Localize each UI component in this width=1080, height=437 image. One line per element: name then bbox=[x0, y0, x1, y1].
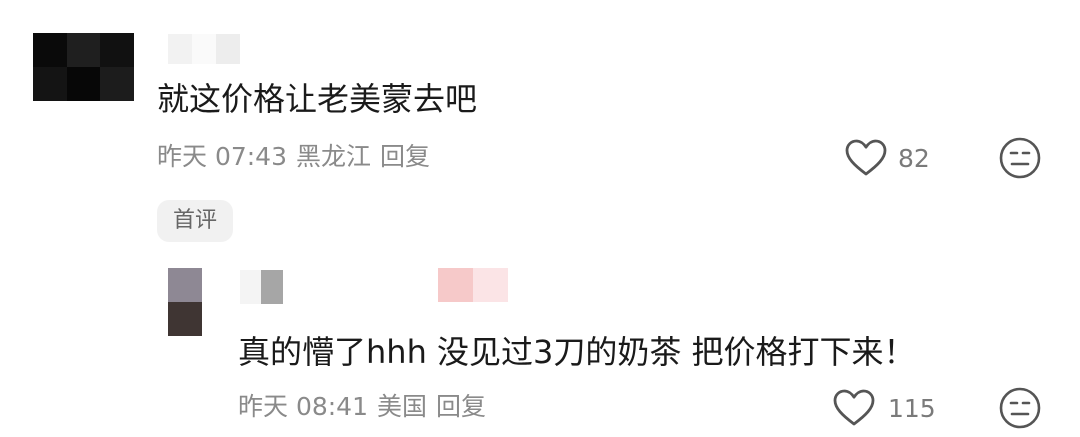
avatar[interactable] bbox=[168, 268, 202, 336]
avatar-pixel bbox=[100, 33, 134, 67]
comment-meta: 昨天 08:41 美国 回复 bbox=[238, 394, 495, 419]
user-tag-blurred bbox=[438, 268, 508, 302]
first-comment-badge: 首评 bbox=[157, 200, 234, 242]
username-pixel bbox=[192, 34, 216, 64]
username-pixel bbox=[240, 270, 262, 304]
avatar[interactable] bbox=[33, 33, 134, 101]
tag-pixel bbox=[438, 268, 473, 302]
neutral-face-icon[interactable] bbox=[998, 386, 1042, 430]
username-pixel bbox=[216, 34, 240, 64]
dislike-button[interactable] bbox=[998, 386, 1042, 430]
avatar-pixel bbox=[100, 67, 134, 101]
comment-text: 就这价格让老美蒙去吧 bbox=[157, 80, 478, 118]
avatar-pixel bbox=[33, 67, 67, 101]
dislike-button[interactable] bbox=[998, 136, 1042, 180]
username-pixel bbox=[282, 270, 304, 304]
comment-time: 昨天 07:43 bbox=[157, 142, 287, 171]
reply-button[interactable]: 回复 bbox=[380, 142, 430, 171]
comment-text: 真的懵了hhh 没见过3刀的奶茶 把价格打下来！ bbox=[238, 333, 916, 371]
like-button[interactable] bbox=[832, 388, 876, 428]
heart-outline-icon[interactable] bbox=[844, 138, 888, 178]
comment-location: 黑龙江 bbox=[296, 142, 372, 171]
avatar-pixel bbox=[33, 33, 67, 67]
like-button[interactable] bbox=[844, 138, 888, 178]
comment-time: 昨天 08:41 bbox=[238, 392, 368, 421]
username-blurred[interactable] bbox=[168, 34, 240, 64]
comment-location: 美国 bbox=[377, 392, 428, 421]
avatar-pixel bbox=[168, 302, 202, 336]
avatar-pixel bbox=[66, 67, 101, 101]
username-pixel bbox=[261, 270, 283, 304]
username-pixel bbox=[168, 34, 192, 64]
comment-meta: 昨天 07:43 黑龙江 回复 bbox=[157, 144, 439, 169]
username-blurred[interactable] bbox=[240, 270, 304, 304]
like-count: 115 bbox=[888, 394, 936, 423]
reply-button[interactable]: 回复 bbox=[436, 392, 486, 421]
avatar-pixel bbox=[168, 268, 202, 302]
avatar-pixel bbox=[66, 33, 101, 67]
tag-pixel bbox=[473, 268, 508, 302]
like-count: 82 bbox=[898, 144, 930, 173]
heart-outline-icon[interactable] bbox=[832, 388, 876, 428]
neutral-face-icon[interactable] bbox=[998, 136, 1042, 180]
